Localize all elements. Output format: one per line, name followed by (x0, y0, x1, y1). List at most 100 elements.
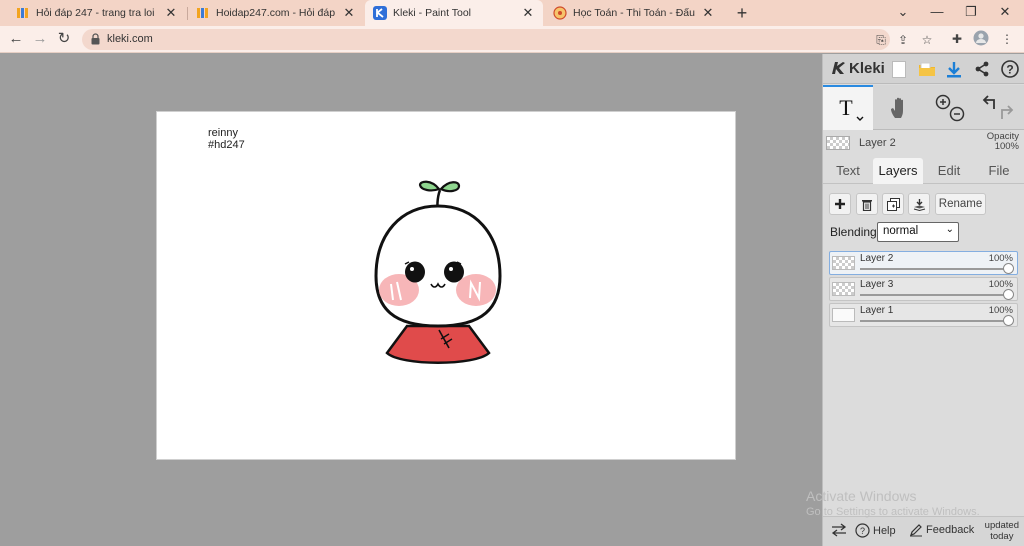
tab-hoidap247-com[interactable]: Hoidap247.com - Hỏi đáp online ✕ (188, 0, 364, 26)
feedback-pen-icon (910, 524, 922, 537)
slider-handle[interactable] (1003, 289, 1014, 300)
tab-layers[interactable]: Layers (873, 158, 923, 184)
rename-layer-button[interactable]: Rename (935, 193, 986, 215)
merge-down-button[interactable] (908, 193, 930, 215)
layer-opacity-slider[interactable] (860, 268, 1009, 270)
slider-handle[interactable] (1003, 263, 1014, 274)
text-tool-icon: T (839, 95, 864, 121)
address-bar[interactable]: kleki.com ⎘ ⇪ ☆ (82, 29, 932, 50)
tab-title: Hỏi đáp 247 - trang tra loi (36, 7, 155, 19)
blending-mode-select[interactable]: normal ⌄ (877, 222, 959, 242)
tab-hoc-toan[interactable]: Học Toán - Thi Toán - Đấu trường ✕ (545, 0, 723, 26)
hand-tool-button[interactable] (875, 85, 925, 130)
tab-title: Kleki - Paint Tool (393, 7, 472, 19)
new-tab-button[interactable]: + (732, 2, 752, 24)
layer-thumbnail (832, 308, 855, 322)
current-layer-bar: Layer 2 Opacity 100% (823, 131, 1024, 157)
plus-icon (835, 199, 845, 209)
tab-title: Hoidap247.com - Hỏi đáp online (216, 7, 338, 19)
forward-button[interactable]: → (30, 29, 50, 49)
kleki-brand: Kleki (849, 59, 885, 77)
current-layer-thumbnail (826, 136, 850, 150)
tab-text[interactable]: Text (823, 158, 873, 184)
minimize-button[interactable]: — (920, 0, 954, 26)
trash-icon (862, 199, 872, 211)
extensions-puzzle-icon[interactable]: ✚ (948, 30, 966, 48)
kleki-footer: ? Help Feedback updated today (823, 516, 1024, 546)
signature-name: reinny (208, 127, 238, 139)
drawing-canvas[interactable]: reinny #hd247 (156, 111, 736, 460)
zoom-buttons (927, 85, 973, 130)
open-folder-icon[interactable] (917, 59, 937, 79)
bookmark-star-icon[interactable]: ☆ (918, 31, 936, 49)
layer-row[interactable]: Layer 1 100% (829, 303, 1018, 327)
back-button[interactable]: ← (6, 29, 26, 49)
updated-date: today (990, 530, 1014, 542)
browser-tab-strip: Hỏi đáp 247 - trang tra loi ✕ Hoidap247.… (0, 0, 1024, 26)
browser-toolbar: ← → ↻ kleki.com ⎘ ⇪ ☆ ✚ ⋮ (0, 26, 1024, 53)
hoc-toan-favicon-icon (553, 6, 567, 20)
add-layer-button[interactable] (829, 193, 851, 215)
layer-opacity-slider[interactable] (860, 294, 1009, 296)
feedback-button[interactable]: Feedback (909, 523, 974, 537)
merge-down-icon (913, 198, 925, 211)
slider-handle[interactable] (1003, 315, 1014, 326)
kleki-favicon-icon (373, 6, 387, 20)
svg-text:T: T (839, 95, 853, 120)
url-text: kleki.com (107, 33, 153, 45)
close-icon[interactable]: ✕ (701, 5, 715, 21)
share-icon[interactable] (972, 59, 992, 79)
share-icon[interactable]: ⇪ (894, 31, 912, 49)
undo-redo-buttons (973, 85, 1023, 130)
close-icon[interactable]: ✕ (164, 5, 178, 21)
tab-edit[interactable]: Edit (924, 158, 974, 184)
chibi-character-illustration (374, 180, 502, 364)
help-label: Help (873, 524, 896, 537)
text-tool-button[interactable]: T (823, 85, 873, 130)
opacity-value: 100% (994, 141, 1019, 152)
layer-thumbnail (832, 282, 855, 296)
tab-hoidap-247[interactable]: Hỏi đáp 247 - trang tra loi ✕ (8, 0, 186, 26)
tab-file[interactable]: File (974, 158, 1024, 184)
tab-search-chevron-icon[interactable]: ⌄ (886, 0, 920, 26)
close-icon[interactable]: ✕ (521, 5, 535, 21)
profile-avatar[interactable] (972, 30, 990, 48)
activate-windows-watermark: Activate Windows Go to Settings to activ… (806, 488, 980, 518)
signature-tag: #hd247 (208, 139, 245, 151)
chevron-down-icon: ⌄ (945, 224, 954, 235)
current-layer-opacity: Opacity 100% (987, 132, 1019, 152)
delete-layer-button[interactable] (856, 193, 878, 215)
watermark-subtitle: Go to Settings to activate Windows. (806, 506, 980, 518)
close-window-button[interactable]: ✕ (988, 0, 1022, 26)
duplicate-layer-button[interactable] (882, 193, 904, 215)
kleki-logo[interactable]: Kleki (829, 59, 885, 77)
kleki-top-bar: Kleki ? (823, 54, 1024, 84)
help-circle-icon: ? (855, 523, 870, 538)
tab-title: Học Toán - Thi Toán - Đấu trường (573, 7, 697, 19)
help-button[interactable]: ? Help (855, 523, 896, 538)
panel-tabs: Text Layers Edit File (823, 158, 1024, 184)
svg-text:?: ? (1006, 63, 1013, 77)
tab-kleki[interactable]: Kleki - Paint Tool ✕ (365, 0, 543, 26)
hoidap-favicon-icon (196, 6, 210, 20)
swap-arrows-icon (831, 523, 847, 537)
layer-name: Layer 2 (860, 253, 894, 264)
layer-row[interactable]: Layer 3 100% (829, 277, 1018, 301)
watermark-title: Activate Windows (806, 488, 917, 504)
browser-menu-icon[interactable]: ⋮ (998, 30, 1016, 48)
layer-row[interactable]: Layer 2 100% (829, 251, 1018, 275)
swap-side-button[interactable] (831, 523, 847, 537)
duplicate-icon (886, 197, 900, 211)
translate-icon[interactable]: ⎘ (872, 31, 890, 49)
help-icon[interactable]: ? (1000, 59, 1020, 79)
current-layer-name: Layer 2 (859, 137, 896, 149)
layer-opacity-slider[interactable] (860, 320, 1009, 322)
kleki-side-panel: Kleki ? T Layer 2 Opacity 100% Text Laye… (822, 54, 1024, 546)
reload-button[interactable]: ↻ (54, 29, 74, 49)
blending-label: Blending (830, 225, 877, 239)
hand-icon (891, 97, 903, 118)
close-icon[interactable]: ✕ (342, 5, 356, 21)
restore-button[interactable]: ❐ (954, 0, 988, 26)
new-image-icon[interactable] (889, 59, 909, 79)
save-download-icon[interactable] (944, 59, 964, 79)
